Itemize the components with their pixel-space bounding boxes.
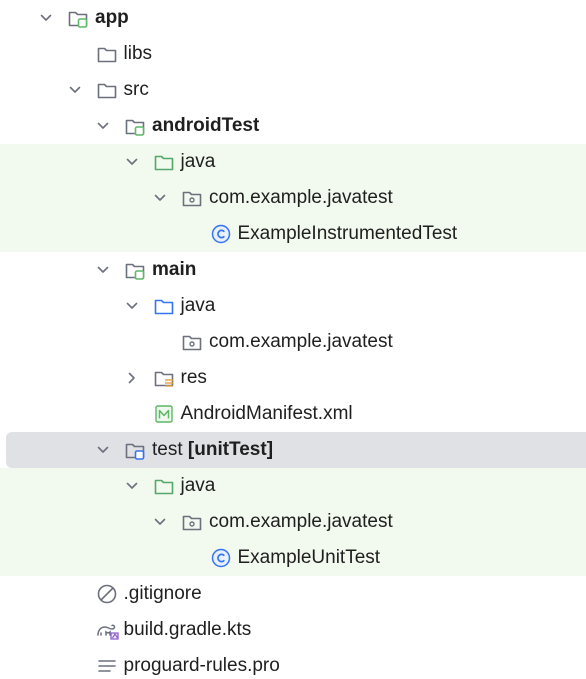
- tree-label-text: ExampleInstrumentedTest: [237, 223, 458, 244]
- tree-label-text: ExampleUnitTest: [237, 547, 381, 568]
- tree-row-main-java[interactable]: java: [0, 288, 586, 324]
- tree-row-test-java[interactable]: java: [0, 468, 586, 504]
- tree-label: ExampleInstrumentedTest: [238, 216, 458, 252]
- folder-icon: [96, 79, 118, 101]
- tree-row-build-gradle[interactable]: build.gradle.kts: [0, 612, 586, 648]
- tree-label: test [unitTest]: [152, 432, 273, 468]
- tree-row-ExampleUnitTest[interactable]: ExampleUnitTest: [0, 540, 586, 576]
- resources-folder-icon: [153, 367, 175, 389]
- chevron-down-icon[interactable]: [124, 154, 140, 170]
- chevron-right-icon[interactable]: [124, 370, 140, 386]
- package-icon: [181, 511, 203, 533]
- chevron-down-icon[interactable]: [124, 298, 140, 314]
- tree-label: build.gradle.kts: [124, 612, 252, 648]
- module-folder-blue-icon: [124, 439, 146, 461]
- text-file-icon: [96, 655, 118, 677]
- chevron-down-icon[interactable]: [124, 478, 140, 494]
- test-source-folder-icon: [153, 475, 175, 497]
- tree-row-AndroidManifest[interactable]: AndroidManifest.xml: [0, 396, 586, 432]
- tree-label-text: src: [123, 79, 149, 100]
- tree-label-text: libs: [123, 43, 153, 64]
- tree-label-text: com.example.javatest: [209, 331, 393, 352]
- tree-row-res[interactable]: res: [0, 360, 586, 396]
- tree-row-androidTest-java[interactable]: java: [0, 144, 586, 180]
- chevron-down-icon[interactable]: [67, 82, 83, 98]
- tree-row-proguard[interactable]: proguard-rules.pro: [0, 648, 586, 679]
- module-folder-icon: [124, 259, 146, 281]
- test-source-folder-icon: [153, 151, 175, 173]
- module-folder-icon: [67, 7, 89, 29]
- folder-icon: [96, 43, 118, 65]
- tree-label: main: [152, 252, 196, 288]
- tree-label: ExampleUnitTest: [238, 540, 381, 576]
- tree-row-androidTest-pkg[interactable]: com.example.javatest: [0, 180, 586, 216]
- chevron-down-icon[interactable]: [95, 442, 111, 458]
- package-icon: [181, 331, 203, 353]
- tree-label: proguard-rules.pro: [124, 648, 280, 679]
- tree-row-main[interactable]: main: [0, 252, 586, 288]
- class-icon: [210, 223, 232, 245]
- tree-label-suffix: [unitTest]: [182, 439, 274, 460]
- gradle-icon: [96, 619, 119, 641]
- chevron-down-icon[interactable]: [152, 514, 168, 530]
- tree-label-text: java: [180, 475, 216, 496]
- source-folder-icon: [153, 295, 175, 317]
- tree-row-libs[interactable]: libs: [0, 36, 586, 72]
- tree-label: java: [181, 144, 216, 180]
- tree-row-app[interactable]: app: [0, 0, 586, 36]
- tree-label-text: java: [180, 295, 216, 316]
- tree-label-text: proguard-rules.pro: [123, 655, 280, 676]
- tree-row-src[interactable]: src: [0, 72, 586, 108]
- manifest-icon: [153, 403, 175, 425]
- tree-label-text: main: [152, 259, 197, 280]
- tree-row-test-pkg[interactable]: com.example.javatest: [0, 504, 586, 540]
- project-tree: app libs src androidTest java com.example.jav…: [0, 0, 586, 679]
- tree-label: java: [181, 468, 216, 504]
- class-icon: [210, 547, 232, 569]
- tree-label-text: .gitignore: [123, 583, 202, 604]
- tree-label: res: [181, 360, 207, 396]
- tree-row-ExampleInstrumentedTest[interactable]: ExampleInstrumentedTest: [0, 216, 586, 252]
- tree-label: androidTest: [152, 108, 259, 144]
- tree-label: app: [95, 0, 129, 36]
- package-icon: [181, 187, 203, 209]
- module-folder-icon: [124, 115, 146, 137]
- tree-label-text: androidTest: [152, 115, 260, 136]
- tree-label: com.example.javatest: [209, 324, 393, 360]
- tree-label-text: com.example.javatest: [209, 187, 393, 208]
- tree-label: com.example.javatest: [209, 504, 393, 540]
- tree-label-text: res: [180, 367, 207, 388]
- tree-label: com.example.javatest: [209, 180, 393, 216]
- tree-label: .gitignore: [124, 576, 202, 612]
- tree-label-text: java: [180, 151, 216, 172]
- chevron-down-icon[interactable]: [152, 190, 168, 206]
- tree-label: AndroidManifest.xml: [181, 396, 353, 432]
- tree-row-gitignore[interactable]: .gitignore: [0, 576, 586, 612]
- tree-label-text: app: [95, 7, 129, 28]
- tree-row-androidTest[interactable]: androidTest: [0, 108, 586, 144]
- chevron-down-icon[interactable]: [95, 118, 111, 134]
- tree-label-text: AndroidManifest.xml: [180, 403, 353, 424]
- ignore-file-icon: [96, 583, 118, 605]
- chevron-down-icon[interactable]: [95, 262, 111, 278]
- tree-row-test[interactable]: test [unitTest]: [6, 432, 586, 468]
- tree-label-text: build.gradle.kts: [123, 619, 252, 640]
- tree-label-text: com.example.javatest: [209, 511, 393, 532]
- chevron-down-icon[interactable]: [38, 10, 54, 26]
- tree-label: libs: [124, 36, 153, 72]
- tree-row-main-pkg[interactable]: com.example.javatest: [0, 324, 586, 360]
- tree-label-text: test: [152, 439, 183, 460]
- tree-label: java: [181, 288, 216, 324]
- tree-label: src: [124, 72, 149, 108]
